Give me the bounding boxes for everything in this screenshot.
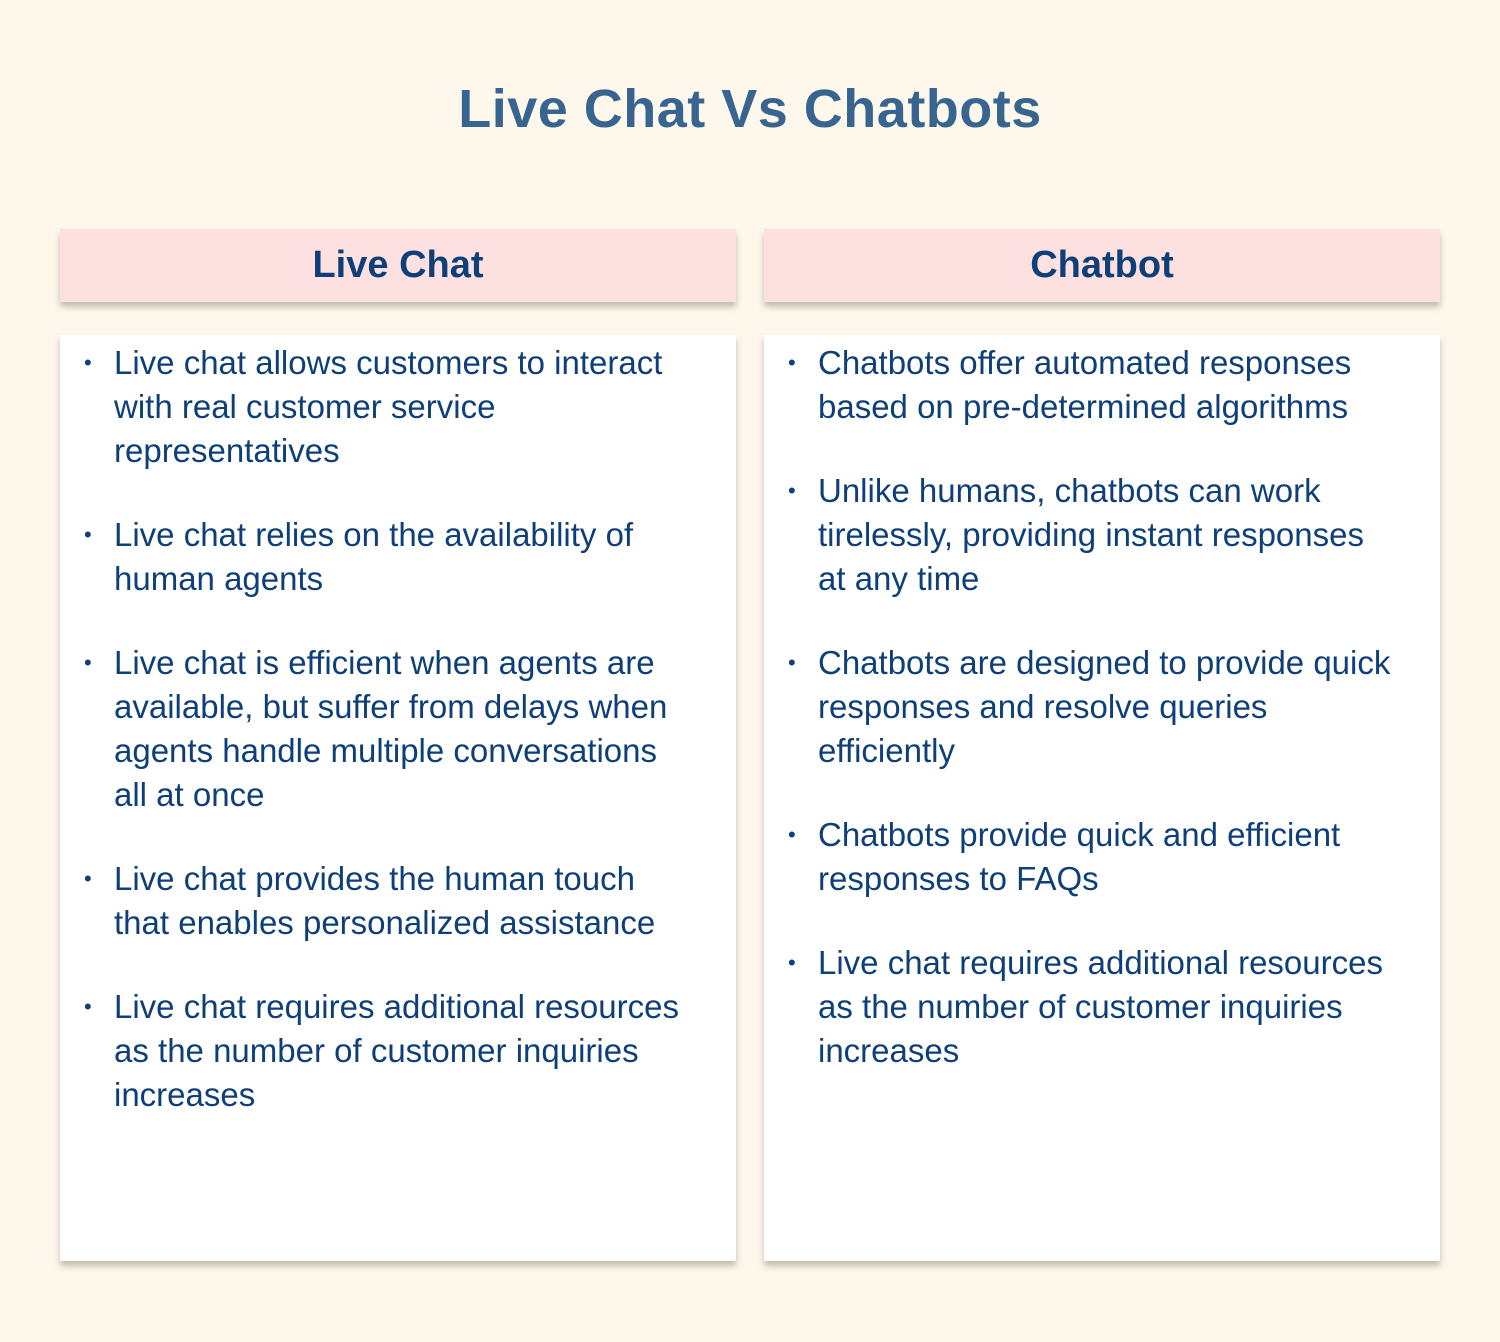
live-chat-list: • Live chat allows customers to interact … [84,341,696,1117]
list-item-text: Live chat relies on the availability of … [114,516,634,597]
chatbot-card: • Chatbots offer automated responses base… [764,335,1440,1261]
bullet-icon: • [788,350,796,375]
bullet-icon: • [84,350,92,375]
list-item: • Live chat requires additional resources… [788,941,1400,1073]
list-item-text: Live chat is efficient when agents are a… [114,644,668,813]
live-chat-column-header: Live Chat [60,229,736,302]
list-item-text: Chatbots provide quick and efficient res… [818,816,1341,897]
bullet-icon: • [788,478,796,503]
page-title: Live Chat Vs Chatbots [458,79,1042,139]
bullet-icon: • [788,822,796,847]
list-item-text: Live chat requires additional resources … [818,944,1383,1069]
chatbot-column-header: Chatbot [764,229,1440,302]
bullet-icon: • [788,950,796,975]
list-item: • Live chat relies on the availability of… [84,513,696,601]
bullet-icon: • [788,650,796,675]
list-item: • Live chat requires additional resources… [84,985,696,1117]
chatbot-list: • Chatbots offer automated responses base… [788,341,1400,1073]
bullet-icon: • [84,866,92,891]
list-item-text: Unlike humans, chatbots can work tireles… [818,472,1364,597]
list-item: • Chatbots provide quick and efficient re… [788,813,1400,901]
list-item: • Unlike humans, chatbots can work tirele… [788,469,1400,601]
list-item-text: Live chat requires additional resources … [114,988,679,1113]
bullet-icon: • [84,522,92,547]
live-chat-card: • Live chat allows customers to interact … [60,335,736,1261]
list-item: • Chatbots are designed to provide quick … [788,641,1400,773]
list-item: • Live chat provides the human touch that… [84,857,696,945]
list-item-text: Chatbots offer automated responses based… [818,344,1352,425]
bullet-icon: • [84,650,92,675]
list-item-text: Live chat allows customers to interact w… [114,344,663,469]
list-item-text: Live chat provides the human touch that … [114,860,656,941]
bullet-icon: • [84,994,92,1019]
list-item: • Live chat is efficient when agents are … [84,641,696,817]
list-item-text: Chatbots are designed to provide quick r… [818,644,1391,769]
list-item: • Chatbots offer automated responses base… [788,341,1400,429]
list-item: • Live chat allows customers to interact … [84,341,696,473]
